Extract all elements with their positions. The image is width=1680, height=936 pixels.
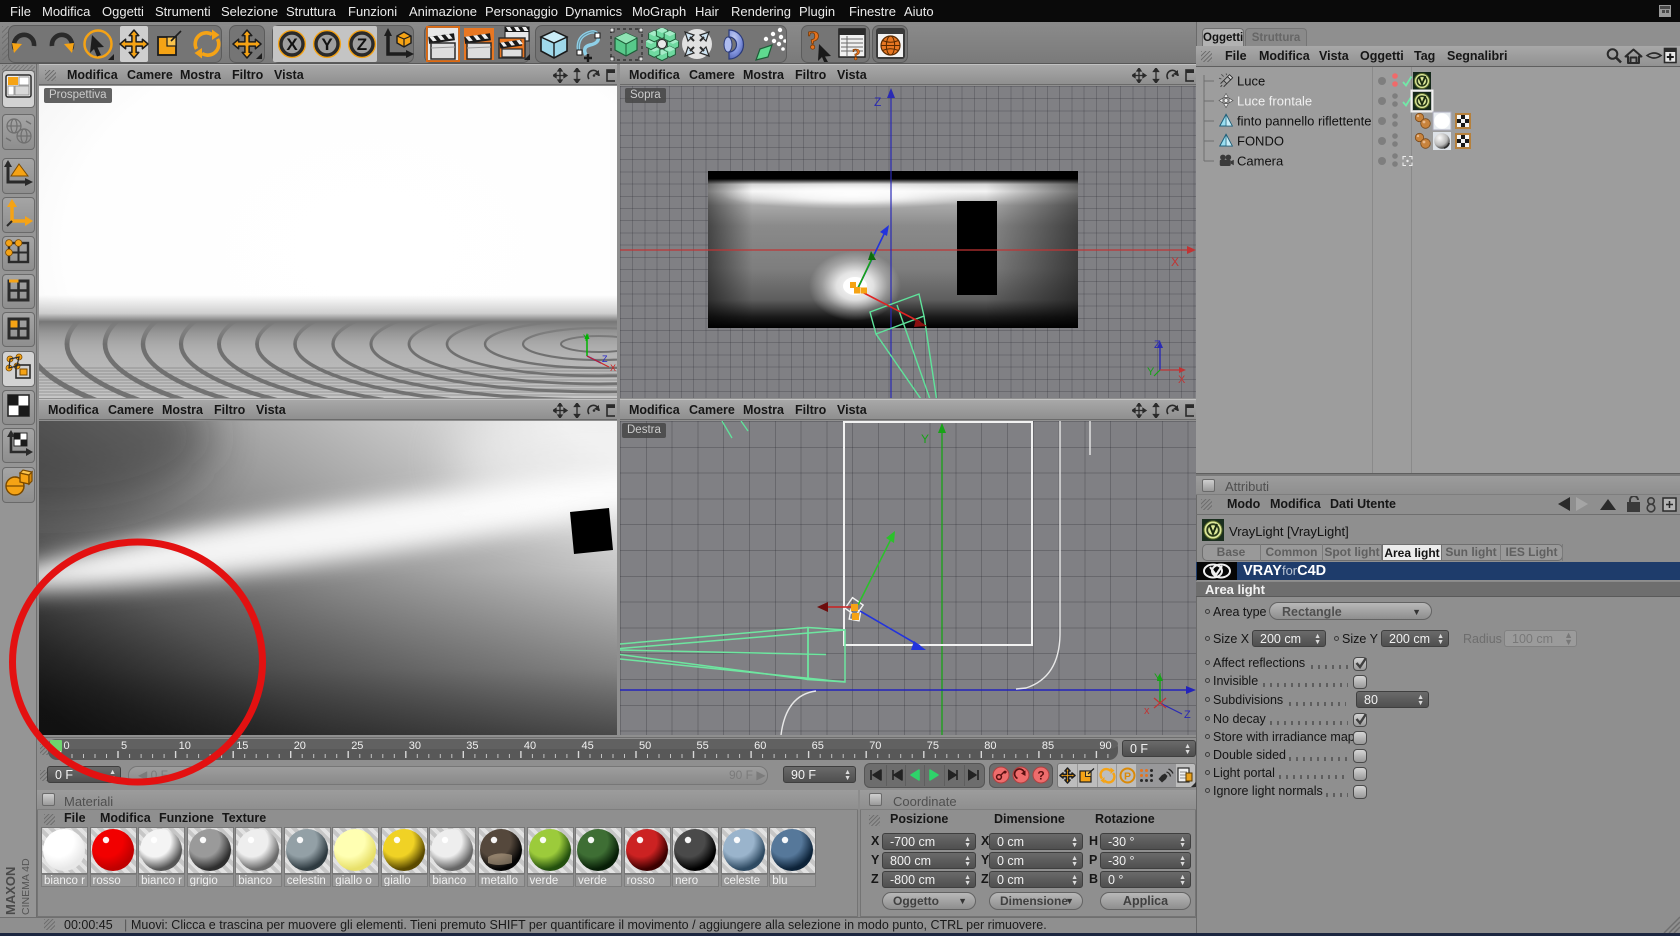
svg-text:Z: Z	[357, 35, 367, 54]
svg-text:Y: Y	[1154, 672, 1162, 684]
svg-text:X: X	[1178, 374, 1186, 386]
svg-text:50: 50	[639, 740, 651, 752]
svg-text:X: X	[286, 35, 298, 54]
svg-text:20: 20	[294, 740, 306, 752]
svg-text:Y: Y	[1147, 366, 1155, 378]
svg-text:FONDO: FONDO	[1237, 134, 1284, 149]
svg-text:P: P	[1124, 771, 1131, 783]
svg-text:Camera: Camera	[1237, 154, 1284, 169]
svg-text:55: 55	[697, 740, 709, 752]
svg-text:Luce frontale: Luce frontale	[1237, 94, 1312, 109]
svg-text:75: 75	[927, 740, 939, 752]
svg-text:Z: Z	[602, 354, 608, 364]
svg-text:Y: Y	[583, 333, 589, 343]
svg-text:45: 45	[582, 740, 594, 752]
svg-text:80: 80	[984, 740, 996, 752]
svg-text:Y: Y	[321, 35, 333, 54]
svg-text:?: ?	[852, 45, 861, 62]
svg-text:65: 65	[812, 740, 824, 752]
svg-text:finto pannello riflettente: finto pannello riflettente	[1237, 114, 1371, 129]
svg-text:30: 30	[409, 740, 421, 752]
svg-text:10: 10	[179, 740, 191, 752]
svg-text:5: 5	[121, 740, 127, 752]
svg-text:Luce: Luce	[1237, 74, 1265, 89]
svg-text:35: 35	[466, 740, 478, 752]
svg-text:Y: Y	[921, 432, 929, 446]
svg-text:X: X	[1171, 255, 1179, 269]
svg-text:0: 0	[64, 740, 70, 752]
svg-text:15: 15	[236, 740, 248, 752]
svg-text:Z: Z	[874, 95, 881, 109]
svg-text:60: 60	[754, 740, 766, 752]
svg-text:?: ?	[1037, 769, 1044, 783]
svg-text:Z: Z	[1154, 339, 1161, 351]
svg-text:MAXON: MAXON	[3, 867, 18, 915]
svg-text:Z: Z	[1184, 709, 1191, 721]
svg-text:40: 40	[524, 740, 536, 752]
svg-text:90: 90	[1099, 740, 1111, 752]
svg-text:?: ?	[807, 27, 820, 55]
svg-text:CINEMA 4D: CINEMA 4D	[20, 858, 32, 915]
svg-text:85: 85	[1042, 740, 1054, 752]
svg-text:25: 25	[351, 740, 363, 752]
svg-text:x: x	[1144, 705, 1150, 717]
svg-text:70: 70	[869, 740, 881, 752]
svg-text:X: X	[610, 363, 616, 371]
